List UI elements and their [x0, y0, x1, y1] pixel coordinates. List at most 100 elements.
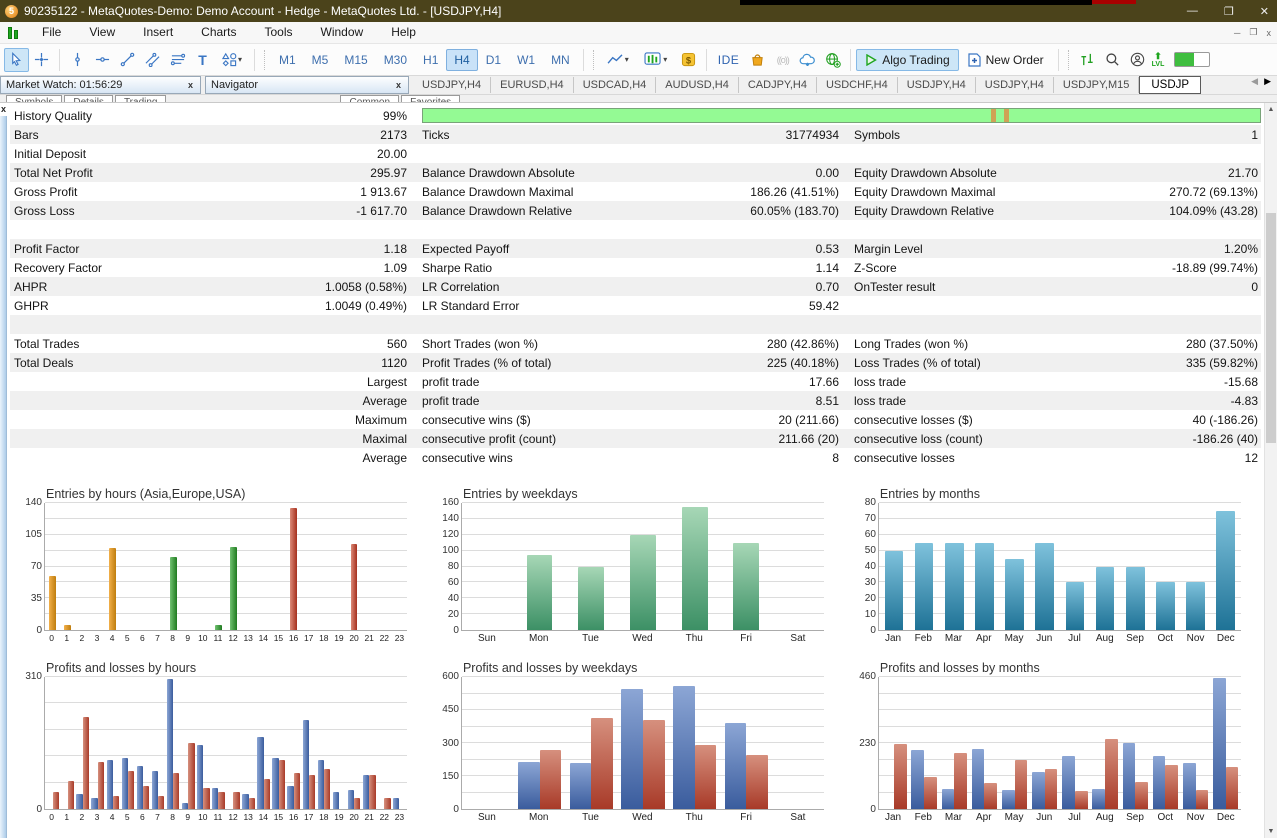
cursor-pointer-icon[interactable]: [4, 48, 29, 72]
x-axis-tick-label: 19: [331, 633, 346, 646]
search-icon[interactable]: [1100, 48, 1125, 72]
tab-scroll-left-icon[interactable]: ◀: [1251, 76, 1258, 94]
stat-value: 1.0058 (0.58%): [325, 280, 410, 294]
bars-layer: [462, 503, 824, 630]
chart-tab-8[interactable]: USDJPY,M15: [1054, 77, 1139, 93]
navigator-caption[interactable]: Navigator x: [205, 76, 409, 94]
profile-icon[interactable]: [1125, 48, 1150, 72]
report-close-icon[interactable]: x: [1, 104, 6, 114]
child-minimize-icon[interactable]: ─: [1234, 28, 1240, 38]
scrollbar-thumb[interactable]: [1266, 213, 1276, 443]
x-axis-tick-label: 15: [271, 812, 286, 825]
overlay-strip-red: [1092, 0, 1136, 4]
chart-tab-1[interactable]: EURUSD,H4: [491, 77, 574, 93]
stat-label: consecutive profit (count): [422, 432, 779, 446]
bar-loss-21: [369, 775, 375, 809]
bar-profit-Mar: [942, 789, 955, 809]
lvl-levels-icon[interactable]: ⬆LVL: [1152, 52, 1165, 68]
subtab-favorites[interactable]: Favorites: [401, 95, 460, 103]
fibonacci-lines-icon[interactable]: [165, 48, 190, 72]
tab-scroll-right-icon[interactable]: ▶: [1264, 76, 1271, 94]
chart-tab-active[interactable]: USDJP: [1139, 76, 1201, 94]
bar-8: [170, 557, 177, 630]
timeframe-m30[interactable]: M30: [376, 49, 415, 71]
bar-profit-14: [257, 737, 263, 809]
text-label-icon[interactable]: T: [190, 48, 215, 72]
bar-0: [49, 576, 56, 630]
category-slot: [1090, 677, 1120, 809]
timeframe-m1[interactable]: M1: [271, 49, 304, 71]
bar-profit-4: [107, 760, 113, 809]
x-axis-tick-label: 23: [392, 633, 407, 646]
ide-button[interactable]: IDE: [712, 51, 746, 69]
vertical-line-icon[interactable]: [65, 48, 90, 72]
stat-value: 186.26 (41.51%): [750, 185, 842, 199]
community-globe-icon[interactable]: [820, 48, 845, 72]
chart-tab-3[interactable]: AUDUSD,H4: [656, 77, 739, 93]
subtab-details[interactable]: Details: [64, 95, 113, 103]
menu-item-help[interactable]: Help: [377, 22, 430, 43]
stat-label: loss trade: [854, 394, 1231, 408]
algo-trading-button[interactable]: Algo Trading: [856, 49, 958, 71]
channel-icon[interactable]: [140, 48, 165, 72]
stat-value: Average: [363, 394, 410, 408]
subtab-common[interactable]: Common: [340, 95, 399, 103]
timeframe-h4[interactable]: H4: [446, 49, 477, 71]
child-close-icon[interactable]: x: [1267, 28, 1272, 38]
market-watch-caption[interactable]: Market Watch: 01:56:29 x: [0, 76, 201, 94]
chart-tab-4[interactable]: CADJPY,H4: [739, 77, 817, 93]
menu-item-view[interactable]: View: [75, 22, 129, 43]
y-axis-tick-label: 600: [429, 671, 459, 682]
bars-layer: [462, 677, 824, 809]
stat-value: 1.09: [384, 261, 410, 275]
line-chart-type-icon[interactable]: ▾: [600, 48, 636, 72]
scroll-up-icon[interactable]: ▲: [1265, 103, 1277, 116]
crosshair-icon[interactable]: [29, 48, 54, 72]
timeframe-h1[interactable]: H1: [415, 49, 446, 71]
bar-loss-Mar: [954, 753, 967, 809]
chart-tab-2[interactable]: USDCAD,H4: [574, 77, 657, 93]
child-restore-icon[interactable]: ❐: [1249, 27, 1257, 38]
horizontal-line-icon[interactable]: [90, 48, 115, 72]
trendline-icon[interactable]: [115, 48, 140, 72]
timeframe-m5[interactable]: M5: [304, 49, 337, 71]
restore-icon[interactable]: ❐: [1224, 5, 1234, 18]
menu-item-insert[interactable]: Insert: [129, 22, 187, 43]
market-bag-icon[interactable]: [745, 48, 770, 72]
bar-profit-Aug: [1092, 789, 1105, 809]
x-axis-tick-label: Fri: [720, 633, 772, 646]
cloud-icon[interactable]: [795, 48, 820, 72]
vertical-scrollbar[interactable]: ▲ ▼: [1264, 103, 1277, 838]
subtab-trading[interactable]: Trading: [115, 95, 167, 103]
close-icon[interactable]: x: [186, 80, 195, 90]
new-order-button[interactable]: New Order: [959, 49, 1053, 71]
chart-tab-0[interactable]: USDJPY,H4: [413, 77, 491, 93]
scroll-down-icon[interactable]: ▼: [1265, 825, 1277, 838]
menu-item-file[interactable]: File: [28, 22, 75, 43]
depth-of-market-icon[interactable]: [1075, 48, 1100, 72]
bars-layer: [879, 677, 1241, 809]
chart-tab-6[interactable]: USDJPY,H4: [898, 77, 976, 93]
shapes-icon[interactable]: ▾: [215, 48, 249, 72]
chart-tab-7[interactable]: USDJPY,H4: [976, 77, 1054, 93]
minimize-icon[interactable]: —: [1187, 5, 1198, 17]
close-icon[interactable]: x: [394, 80, 403, 90]
bars-layer: [879, 503, 1241, 630]
candle-chart-type-icon[interactable]: ▾: [636, 48, 676, 72]
timeframe-mn[interactable]: MN: [543, 49, 578, 71]
close-icon[interactable]: ✕: [1260, 5, 1269, 18]
chart-tab-5[interactable]: USDCHF,H4: [817, 77, 898, 93]
bar-loss-Feb: [924, 777, 937, 809]
menu-item-charts[interactable]: Charts: [187, 22, 250, 43]
timeframe-d1[interactable]: D1: [478, 49, 509, 71]
category-slot: [1030, 677, 1060, 809]
signals-icon[interactable]: ((o)): [770, 48, 795, 72]
stat-value: 1120: [381, 356, 410, 370]
menu-item-tools[interactable]: Tools: [251, 22, 307, 43]
toggle-switch[interactable]: [1174, 52, 1210, 67]
timeframe-m15[interactable]: M15: [336, 49, 375, 71]
currency-dollar-icon[interactable]: $: [676, 48, 701, 72]
menu-item-window[interactable]: Window: [307, 22, 378, 43]
timeframe-w1[interactable]: W1: [509, 49, 543, 71]
subtab-symbols[interactable]: Symbols: [6, 95, 62, 103]
